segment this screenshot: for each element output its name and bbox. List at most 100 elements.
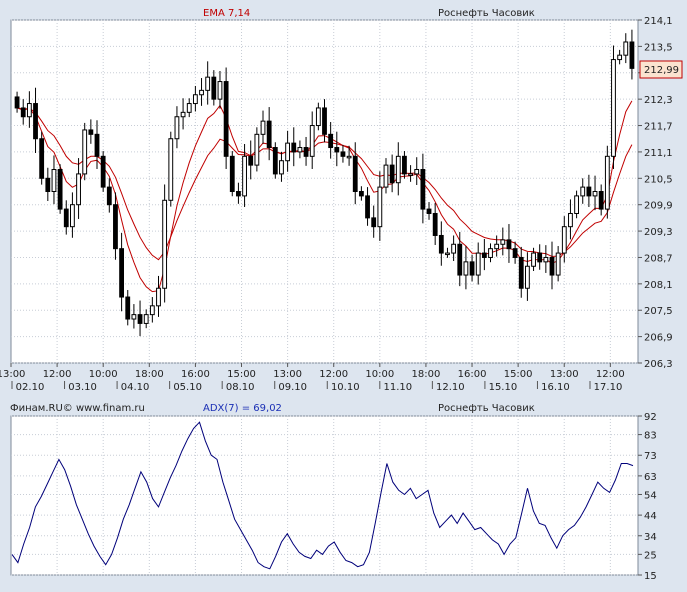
candle-body	[285, 142, 291, 162]
price-x-time-label: 13:00	[550, 369, 579, 380]
price-x-time-label: 18:00	[135, 369, 164, 380]
chart-window: 214,1213,5212,9212,3211,7211,1210,5209,9…	[0, 0, 687, 592]
candle-body	[469, 261, 475, 276]
candle-body	[217, 81, 223, 100]
candle-body	[45, 177, 51, 193]
candle-body	[248, 155, 254, 166]
candle-body	[297, 147, 303, 153]
candle-body	[125, 296, 131, 320]
candle-body	[475, 252, 481, 276]
candle-body	[100, 155, 106, 188]
price-y-tick-label: 209,3	[644, 227, 673, 238]
candle-body	[242, 155, 247, 197]
adx-indicator-label: ADX(7) = 69,02	[203, 403, 282, 414]
candle-body	[352, 155, 358, 192]
candle-body	[205, 76, 211, 91]
adx-instrument-label: Роснефть Часовик	[438, 403, 535, 414]
price-x-date-label: 09.10	[278, 382, 307, 393]
candle-body	[506, 239, 512, 250]
price-y-tick-label: 206,9	[644, 333, 673, 344]
price-x-date-label: 17.10	[594, 382, 623, 393]
price-y-tick-label: 208,7	[644, 253, 673, 264]
candle-body	[414, 169, 420, 175]
adx-y-tick-label: 73	[644, 451, 657, 462]
adx-y-tick-label: 34	[644, 532, 657, 543]
price-y-tick-label: 211,1	[644, 148, 673, 159]
candle-body	[580, 186, 586, 197]
adx-y-tick-label: 63	[644, 472, 657, 483]
candle-body	[106, 186, 112, 206]
chart-canvas: 214,1213,5212,9212,3211,7211,1210,5209,9…	[0, 8, 683, 582]
candle-body	[322, 107, 327, 135]
price-x-date-label: 16.10	[541, 382, 570, 393]
adx-y-tick-label: 54	[644, 490, 657, 501]
price-x-time-label: 16:00	[458, 369, 487, 380]
candle-body	[315, 107, 321, 127]
candle-body	[291, 142, 297, 153]
price-x-time-label: 12:00	[43, 369, 72, 380]
last-price-badge: 212,99	[639, 60, 683, 79]
price-y-tick-label: 214,1	[644, 16, 673, 27]
candle-body	[598, 191, 604, 210]
candle-body	[463, 261, 469, 276]
price-x-time-label: 15:00	[504, 369, 533, 380]
candle-body	[617, 54, 623, 61]
candle-body	[82, 129, 88, 175]
last-price-badge-text: 212,99	[644, 65, 679, 76]
price-y-tick-label: 210,5	[644, 174, 673, 185]
candle-body	[346, 155, 352, 159]
price-x-date-label: 02.10	[16, 382, 45, 393]
price-x-date-label: 15.10	[489, 382, 518, 393]
candle-body	[494, 243, 500, 250]
adx-y-tick-label: 44	[644, 511, 657, 522]
adx-y-axis: 92 83 73 63 54 44 34 25 15	[638, 412, 657, 582]
price-x-date-label: 11.10	[383, 382, 412, 393]
candle-body	[395, 155, 401, 184]
price-y-tick-label: 208,1	[644, 280, 673, 291]
candle-body	[457, 243, 463, 276]
candle-body	[119, 248, 125, 298]
candle-body	[574, 195, 579, 214]
candle-body	[586, 186, 592, 197]
candle-body	[186, 103, 192, 113]
candle-body	[303, 147, 309, 157]
price-x-date-label: 10.10	[331, 382, 360, 393]
price-x-time-label: 13:00	[273, 369, 302, 380]
candle-body	[70, 204, 75, 228]
candle-body	[537, 252, 543, 263]
candle-body	[531, 252, 536, 267]
candle-body	[426, 208, 432, 214]
price-x-time-label: 15:00	[227, 369, 256, 380]
adx-y-tick-label: 15	[644, 571, 657, 582]
price-x-time-label: 18:00	[412, 369, 441, 380]
candle-body	[279, 160, 284, 175]
candle-body	[561, 226, 567, 254]
candle-body	[156, 287, 161, 307]
candle-body	[568, 212, 573, 228]
adx-y-tick-label: 83	[644, 431, 657, 442]
candle-body	[149, 305, 155, 316]
price-instrument-label: Роснефть Часовик	[438, 8, 535, 19]
candle-body	[481, 252, 487, 258]
price-y-tick-label: 207,5	[644, 306, 673, 317]
price-x-axis: 13:00 12:00 10:00 18:00 16:00 15:00 13:00 12:00…	[0, 363, 625, 393]
candle-body	[623, 41, 629, 56]
candle-body	[358, 191, 364, 197]
price-y-tick-label: 212,3	[644, 95, 673, 106]
candle-body	[611, 59, 616, 157]
candle-body	[199, 89, 204, 96]
candle-body	[555, 252, 561, 276]
candle-body	[174, 116, 180, 140]
price-x-date-label: 08.10	[226, 382, 255, 393]
candle-body	[20, 107, 26, 118]
price-x-time-label: 10:00	[365, 369, 394, 380]
candle-body	[26, 103, 32, 118]
candle-body	[168, 138, 174, 201]
candle-body	[14, 96, 20, 109]
candle-body	[309, 125, 315, 157]
candle-body	[383, 164, 389, 188]
candle-body	[236, 191, 241, 197]
candle-body	[137, 314, 143, 324]
candle-body	[592, 191, 598, 197]
price-x-date-label: 04.10	[121, 382, 150, 393]
